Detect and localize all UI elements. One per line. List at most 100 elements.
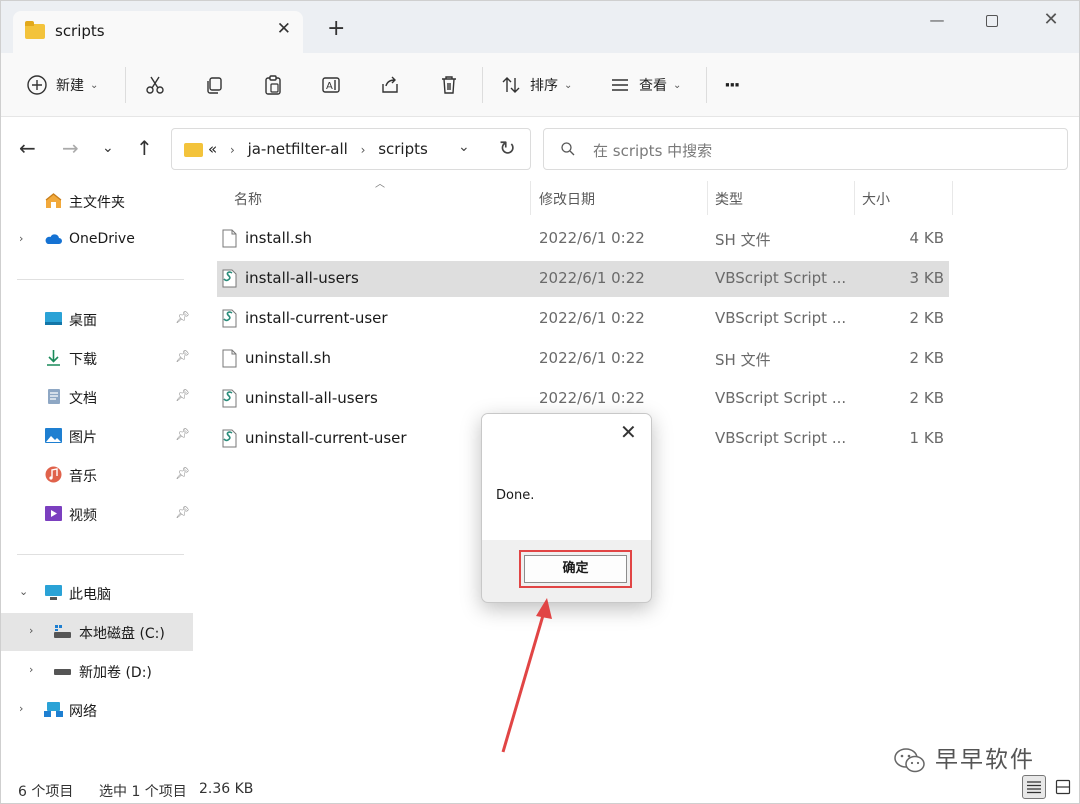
pin-icon[interactable]: 📌︎ xyxy=(175,427,190,441)
folder-icon xyxy=(25,21,45,39)
close-window-button[interactable]: ✕ xyxy=(1031,7,1071,33)
sidebar-item-network[interactable]: › 网络 xyxy=(1,691,193,729)
ok-button[interactable]: 确定 xyxy=(524,555,627,583)
chevron-down-icon: ⌄ xyxy=(673,79,682,91)
view-button[interactable]: 查看 ⌄ xyxy=(609,71,681,99)
sidebar-item-downloads[interactable]: 下载 📌︎ xyxy=(1,339,193,377)
chevron-right-icon: › xyxy=(360,143,366,157)
table-row[interactable]: install.sh 2022/6/1 0:22 SH 文件 4 KB xyxy=(217,221,949,257)
new-label: 新建 xyxy=(56,78,84,94)
column-divider[interactable] xyxy=(952,181,953,215)
sidebar-item-desktop[interactable]: 桌面 📌︎ xyxy=(1,300,193,338)
column-header-type[interactable]: 类型 xyxy=(715,189,743,209)
sidebar-divider xyxy=(17,279,184,280)
sort-icon xyxy=(502,77,520,93)
breadcrumb-ja-netfilter-all[interactable]: ja-netfilter-all xyxy=(248,140,348,158)
sidebar-item-this-pc[interactable]: ⌄ 此电脑 xyxy=(1,574,193,612)
column-divider[interactable] xyxy=(854,181,855,215)
sidebar-item-videos[interactable]: 视频 📌︎ xyxy=(1,495,193,533)
maximize-button[interactable] xyxy=(972,7,1012,33)
file-type: SH 文件 xyxy=(715,351,771,369)
sidebar-item-label: 桌面 xyxy=(69,313,97,329)
copy-button[interactable] xyxy=(203,71,225,99)
table-row[interactable]: install-current-user 2022/6/1 0:22 VBScr… xyxy=(217,301,949,337)
chevron-right-icon: › xyxy=(229,143,235,157)
column-header-size[interactable]: 大小 xyxy=(862,189,890,209)
delete-button[interactable] xyxy=(438,71,460,99)
column-divider[interactable] xyxy=(530,181,531,215)
sidebar-item-drive-d[interactable]: › 新加卷 (D:) xyxy=(1,652,193,690)
column-header-modified[interactable]: 修改日期 xyxy=(539,189,595,209)
chevron-right-icon[interactable]: › xyxy=(19,232,23,245)
sidebar-item-home[interactable]: 主文件夹 xyxy=(1,182,193,220)
pin-icon[interactable]: 📌︎ xyxy=(175,388,190,402)
refresh-icon[interactable]: ↻ xyxy=(499,136,516,160)
sidebar-item-documents[interactable]: 文档 📌︎ xyxy=(1,378,193,416)
table-row[interactable]: install-all-users 2022/6/1 0:22 VBScript… xyxy=(217,261,949,297)
sidebar-item-label: 文档 xyxy=(69,391,97,407)
sidebar-item-music[interactable]: 音乐 📌︎ xyxy=(1,456,193,494)
forward-button[interactable]: → xyxy=(62,136,79,160)
new-button[interactable]: 新建 ⌄ xyxy=(26,71,98,99)
file-type: SH 文件 xyxy=(715,231,771,249)
address-bar[interactable]: « › ja-netfilter-all › scripts ⌄ ↻ xyxy=(171,128,531,170)
explorer-window: scripts ✕ + — ✕ 新建 ⌄ A 排序 ⌄ 查看 ⌄ ··· ← →… xyxy=(0,0,1080,804)
toolbar-divider xyxy=(482,67,483,103)
file-type: VBScript Script ... xyxy=(715,269,847,287)
table-row[interactable]: uninstall.sh 2022/6/1 0:22 SH 文件 2 KB xyxy=(217,341,949,377)
rename-button[interactable]: A xyxy=(320,71,342,99)
close-tab-icon[interactable]: ✕ xyxy=(277,19,291,39)
svg-text:A: A xyxy=(326,81,333,92)
breadcrumb-scripts[interactable]: scripts xyxy=(378,140,428,158)
command-bar: 新建 ⌄ A 排序 ⌄ 查看 ⌄ ··· xyxy=(1,53,1079,117)
chevron-down-icon[interactable]: ⌄ xyxy=(19,585,28,598)
table-row[interactable]: uninstall-all-users 2022/6/1 0:22 VBScri… xyxy=(217,381,949,417)
breadcrumb-overflow[interactable]: « xyxy=(208,140,217,158)
cut-button[interactable] xyxy=(144,71,166,99)
clipboard-icon xyxy=(265,75,281,95)
file-name: uninstall-all-users xyxy=(245,389,378,407)
vbscript-icon xyxy=(222,389,237,408)
chevron-right-icon[interactable]: › xyxy=(29,624,33,637)
pin-icon[interactable]: 📌︎ xyxy=(175,349,190,363)
status-bar: 6 个项目 选中 1 个项目 2.36 KB xyxy=(1,773,1079,803)
file-name: uninstall-current-user xyxy=(245,429,407,447)
column-divider[interactable] xyxy=(707,181,708,215)
dialog-close-icon[interactable]: ✕ xyxy=(620,420,637,444)
tiles-view-icon xyxy=(1055,779,1071,795)
column-header-name[interactable]: 名称 xyxy=(234,189,262,209)
up-button[interactable]: ↑ xyxy=(136,136,153,160)
drive-icon xyxy=(54,625,71,638)
desktop-icon xyxy=(45,312,62,325)
address-dropdown-icon[interactable]: ⌄ xyxy=(458,139,470,155)
back-button[interactable]: ← xyxy=(19,136,36,160)
chevron-down-icon: ⌄ xyxy=(564,79,573,91)
sidebar-item-drive-c[interactable]: › 本地磁盘 (C:) xyxy=(1,613,193,651)
chevron-right-icon[interactable]: › xyxy=(29,663,33,676)
cloud-icon xyxy=(45,234,62,244)
details-view-button[interactable] xyxy=(1022,775,1046,799)
sidebar-item-onedrive[interactable]: › OneDrive xyxy=(1,221,193,259)
tiles-view-button[interactable] xyxy=(1051,775,1075,799)
computer-icon xyxy=(45,585,62,600)
file-date: 2022/6/1 0:22 xyxy=(539,309,645,327)
file-name: uninstall.sh xyxy=(245,349,332,367)
search-placeholder: 在 scripts 中搜索 xyxy=(593,142,713,160)
recent-locations-button[interactable]: ⌄ xyxy=(102,140,114,156)
paste-button[interactable] xyxy=(262,71,284,99)
more-icon: ··· xyxy=(724,74,740,96)
new-tab-button[interactable]: + xyxy=(327,18,345,40)
share-button[interactable] xyxy=(379,71,401,99)
chevron-right-icon[interactable]: › xyxy=(19,702,23,715)
message-dialog: ✕ Done. 确定 xyxy=(481,413,652,603)
pin-icon[interactable]: 📌︎ xyxy=(175,505,190,519)
pin-icon[interactable]: 📌︎ xyxy=(175,310,190,324)
sidebar-item-pictures[interactable]: 图片 📌︎ xyxy=(1,417,193,455)
pin-icon[interactable]: 📌︎ xyxy=(175,466,190,480)
search-box[interactable]: 在 scripts 中搜索 xyxy=(543,128,1068,170)
more-button[interactable]: ··· xyxy=(724,71,740,99)
minimize-button[interactable]: — xyxy=(917,7,957,33)
tab-scripts[interactable]: scripts ✕ xyxy=(13,11,303,53)
sort-button[interactable]: 排序 ⌄ xyxy=(500,71,572,99)
file-size: 2 KB xyxy=(909,309,944,327)
